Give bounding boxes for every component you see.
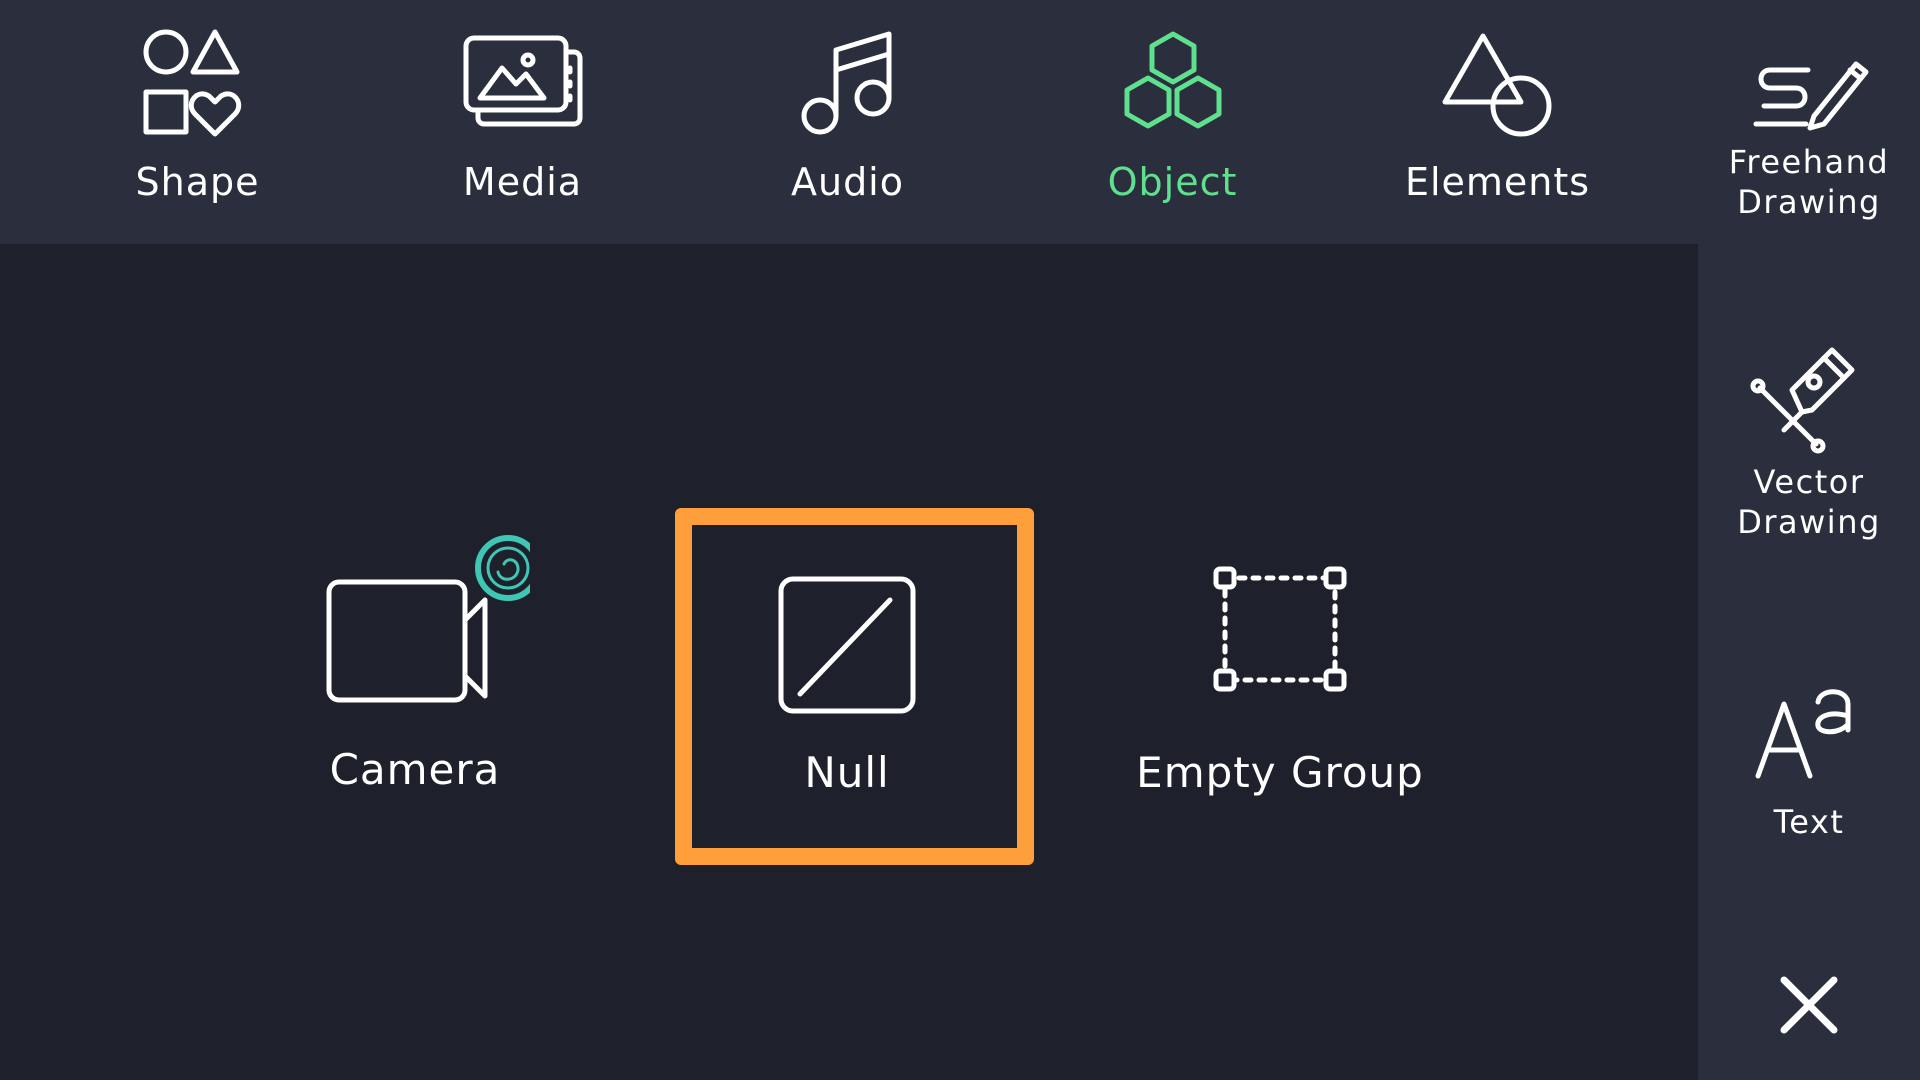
- right-sidebar: Freehand Drawing Vector Drawing Text: [1698, 0, 1920, 1080]
- shapes-icon: [143, 29, 241, 137]
- pen-nib-icon: [1750, 347, 1855, 454]
- empty-group-label: Empty Group: [1136, 748, 1424, 797]
- tab-object[interactable]: Object: [1010, 0, 1335, 244]
- empty-group-object[interactable]: Empty Group: [1130, 550, 1430, 820]
- app-window: Shape Media Audio Object Elements Freeha…: [0, 0, 1920, 1080]
- dashed-group-icon: [1213, 566, 1347, 692]
- close-button[interactable]: [1698, 960, 1920, 1040]
- camera-object[interactable]: Camera: [300, 520, 530, 810]
- triangle-circle-icon: [1442, 33, 1551, 137]
- tab-elements[interactable]: Elements: [1335, 0, 1660, 244]
- freehand-drawing-button[interactable]: Freehand Drawing: [1698, 20, 1920, 240]
- freehand-drawing-label: Freehand Drawing: [1728, 143, 1890, 221]
- tab-shape-label: Shape: [135, 160, 260, 204]
- hexagons-icon: [1124, 31, 1221, 129]
- video-camera-icon: [326, 535, 530, 703]
- null-icon: [778, 576, 916, 714]
- tab-shape[interactable]: Shape: [35, 0, 360, 244]
- top-toolbar: Shape Media Audio Object Elements: [0, 0, 1698, 244]
- null-object[interactable]: Null: [690, 520, 1004, 820]
- close-icon: [1780, 976, 1838, 1034]
- media-icon: [463, 35, 582, 127]
- vector-drawing-button[interactable]: Vector Drawing: [1698, 340, 1920, 560]
- tab-elements-label: Elements: [1404, 160, 1591, 204]
- text-icon: [1755, 689, 1851, 779]
- music-note-icon: [801, 31, 891, 135]
- tab-media[interactable]: Media: [360, 0, 685, 244]
- text-button[interactable]: Text: [1698, 670, 1920, 860]
- tab-audio[interactable]: Audio: [685, 0, 1010, 244]
- tab-audio-label: Audio: [790, 160, 904, 204]
- pen-scribble-icon: [1753, 61, 1869, 131]
- camera-label: Camera: [329, 745, 501, 794]
- tab-media-label: Media: [462, 160, 583, 204]
- null-label: Null: [804, 748, 890, 797]
- vector-drawing-label: Vector Drawing: [1737, 463, 1881, 541]
- text-label: Text: [1773, 803, 1845, 841]
- tab-object-label: Object: [1107, 160, 1238, 204]
